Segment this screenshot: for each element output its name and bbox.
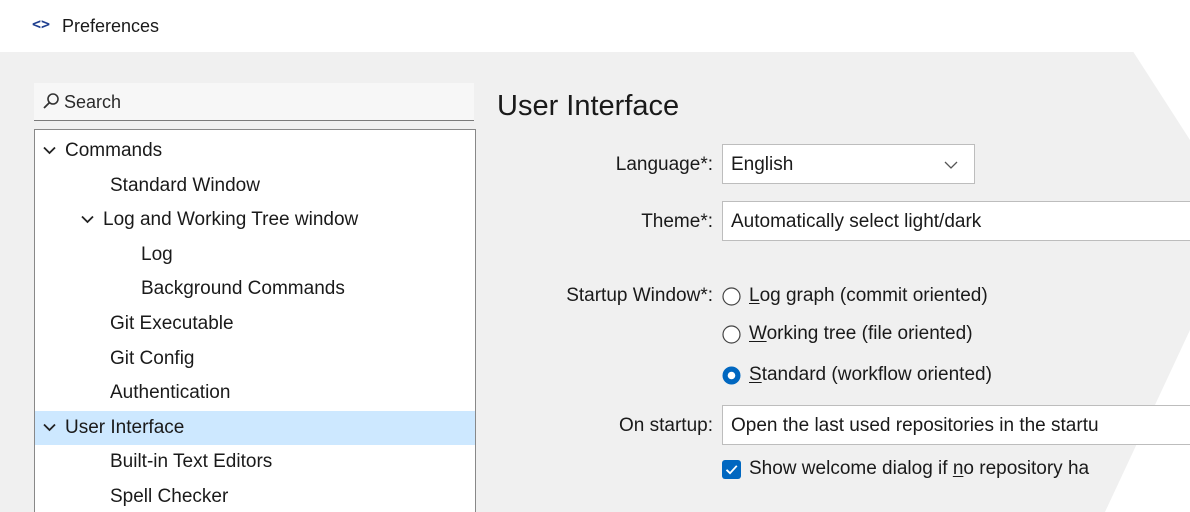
on-startup-label: On startup: bbox=[619, 415, 713, 436]
tree-item[interactable]: Authentication bbox=[35, 376, 475, 410]
radio-label-standard[interactable]: Standard (workflow oriented) bbox=[749, 363, 992, 387]
tree-item[interactable]: Spell Checker bbox=[35, 480, 475, 512]
tree-item-label: Log and Working Tree window bbox=[103, 209, 359, 231]
search-placeholder: Search bbox=[64, 92, 122, 112]
tree-item-label: Standard Window bbox=[110, 174, 260, 196]
tree-item[interactable]: Git Executable bbox=[35, 307, 475, 341]
chevron-down-icon bbox=[944, 161, 958, 169]
chevron-down-icon[interactable] bbox=[43, 146, 56, 155]
code-brackets-icon: <> bbox=[32, 15, 51, 33]
tree-item[interactable]: Commands bbox=[35, 134, 475, 168]
tree-item-label: User Interface bbox=[65, 416, 185, 438]
on-startup-select[interactable]: Open the last used repositories in the s… bbox=[722, 405, 1190, 445]
welcome-checkbox-label[interactable]: Show welcome dialog if no repository ha bbox=[749, 457, 1089, 481]
theme-label: Theme*: bbox=[641, 211, 713, 232]
theme-select[interactable]: Automatically select light/dark bbox=[722, 201, 1190, 241]
search-input[interactable]: Search bbox=[34, 83, 474, 121]
tree-item[interactable]: Background Commands bbox=[35, 272, 475, 306]
tree-item-label: Background Commands bbox=[141, 278, 345, 300]
tree-item[interactable]: Standard Window bbox=[35, 169, 475, 203]
welcome-checkbox[interactable] bbox=[722, 460, 741, 479]
language-select[interactable]: English bbox=[722, 144, 975, 184]
language-label: Language*: bbox=[615, 154, 713, 175]
window-title: Preferences bbox=[62, 16, 160, 36]
tree-item-label: Commands bbox=[65, 140, 163, 161]
radio-label-working-tree[interactable]: Working tree (file oriented) bbox=[749, 322, 973, 346]
tree-item-label: Authentication bbox=[110, 382, 231, 404]
language-value: English bbox=[731, 154, 794, 175]
radio-log-graph[interactable] bbox=[722, 287, 741, 306]
page-title: User Interface bbox=[497, 90, 680, 122]
tree-item-label: Spell Checker bbox=[110, 486, 229, 507]
radio-label-log-graph[interactable]: Log graph (commit oriented) bbox=[749, 284, 988, 308]
radio-standard[interactable] bbox=[722, 366, 741, 385]
tree-item[interactable]: User Interface bbox=[35, 410, 475, 445]
tree-item-label: Git Executable bbox=[110, 313, 234, 334]
on-startup-value: Open the last used repositories in the s… bbox=[731, 415, 1099, 436]
tree-item[interactable]: Log bbox=[35, 238, 475, 272]
tree-item[interactable]: Built-in Text Editors bbox=[35, 445, 475, 479]
tree-item[interactable]: Git Config bbox=[35, 342, 475, 376]
search-icon bbox=[43, 93, 59, 109]
theme-value: Automatically select light/dark bbox=[731, 211, 982, 232]
tree-item-label: Log bbox=[141, 243, 173, 265]
title-bar: <> Preferences bbox=[0, 0, 1190, 52]
preferences-window: <> Preferences Search Commands Standard W… bbox=[0, 0, 1190, 512]
chevron-down-icon[interactable] bbox=[81, 215, 94, 224]
tree-item-label: Built-in Text Editors bbox=[110, 451, 273, 473]
startup-window-label: Startup Window*: bbox=[566, 285, 713, 306]
tree-item[interactable]: Log and Working Tree window bbox=[35, 203, 475, 237]
tree-item-label: Git Config bbox=[110, 347, 195, 369]
radio-working-tree[interactable] bbox=[722, 325, 741, 344]
chevron-down-icon[interactable] bbox=[43, 423, 56, 432]
settings-tree[interactable]: Commands Standard Window Log and Working T… bbox=[34, 129, 476, 512]
